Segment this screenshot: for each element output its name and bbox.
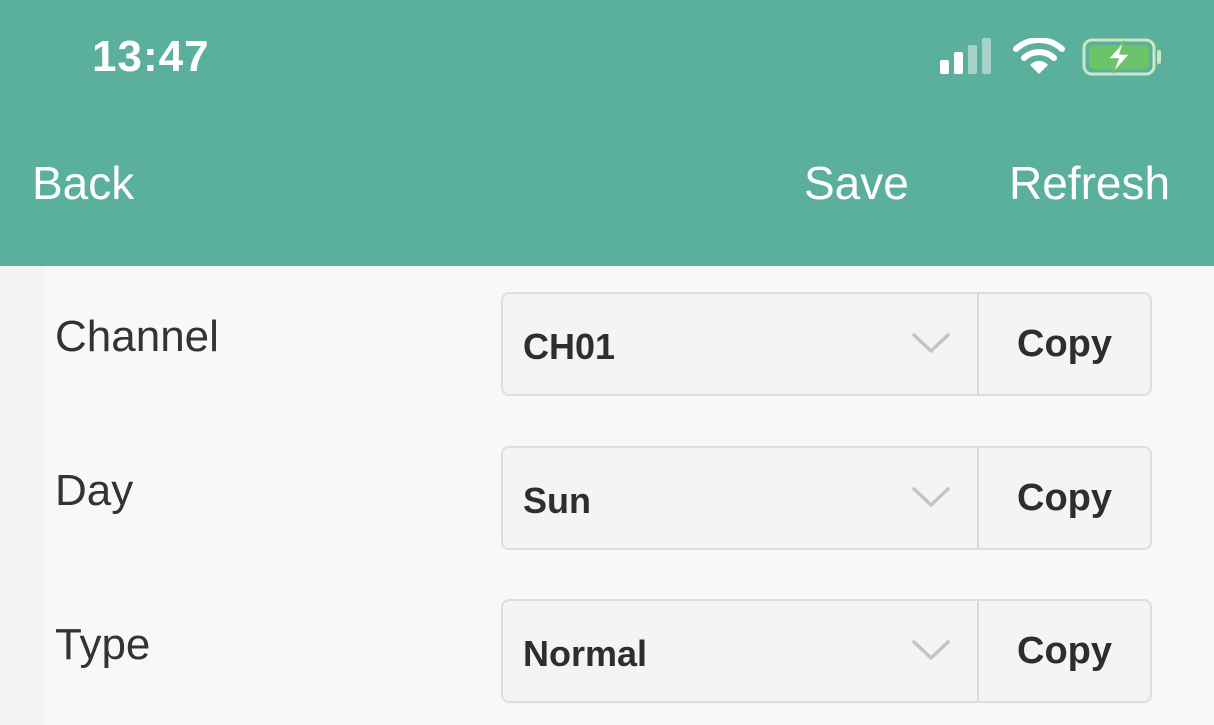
channel-label: Channel bbox=[55, 312, 219, 361]
save-button[interactable]: Save bbox=[804, 156, 909, 210]
wifi-icon bbox=[1013, 37, 1065, 74]
status-time: 13:47 bbox=[92, 32, 210, 81]
chevron-down-icon bbox=[912, 487, 950, 507]
day-field: Sun Copy bbox=[501, 446, 1152, 550]
day-copy-button[interactable]: Copy bbox=[979, 448, 1150, 548]
type-field: Normal Copy bbox=[501, 599, 1152, 703]
type-select[interactable]: Normal bbox=[503, 601, 977, 701]
header-bar: 13:47 Back Save Refresh bbox=[0, 0, 1214, 266]
battery-charging-icon bbox=[1082, 38, 1161, 76]
type-label: Type bbox=[55, 620, 151, 669]
channel-field: CH01 Copy bbox=[501, 292, 1152, 396]
cellular-signal-icon bbox=[940, 38, 991, 74]
day-label: Day bbox=[55, 466, 134, 515]
chevron-down-icon bbox=[912, 333, 950, 353]
refresh-button[interactable]: Refresh bbox=[1009, 156, 1170, 210]
type-copy-button[interactable]: Copy bbox=[979, 601, 1150, 701]
app-screen: 13:47 Back Save Refresh Channel CH01 Cop… bbox=[0, 0, 1214, 725]
day-value: Sun bbox=[523, 480, 591, 521]
channel-value: CH01 bbox=[523, 326, 616, 367]
chevron-down-icon bbox=[912, 640, 950, 660]
status-icons bbox=[938, 37, 1168, 78]
day-select[interactable]: Sun bbox=[503, 448, 977, 548]
type-value: Normal bbox=[523, 633, 648, 674]
left-gutter bbox=[0, 266, 44, 725]
channel-copy-button[interactable]: Copy bbox=[979, 294, 1150, 394]
back-button[interactable]: Back bbox=[32, 156, 134, 210]
channel-select[interactable]: CH01 bbox=[503, 294, 977, 394]
